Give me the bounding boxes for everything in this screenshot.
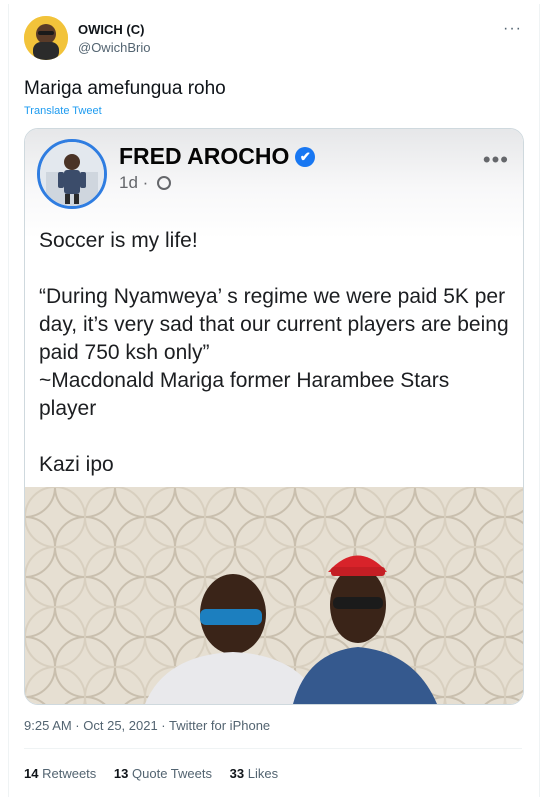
tweet-timestamp[interactable]: 9:25 AM · Oct 25, 2021 · Twitter for iPh… [24, 718, 270, 733]
quote-tweets-label: Quote Tweets [132, 766, 212, 781]
tweet-media[interactable]: FRED AROCHO ✔ 1d · ••• Soccer is my life!… [24, 128, 524, 705]
quote-tweets-count: 13 [113, 766, 129, 781]
fb-more-icon: ••• [482, 147, 509, 172]
fb-avatar-image [40, 142, 104, 206]
facebook-post-screenshot: FRED AROCHO ✔ 1d · ••• Soccer is my life!… [25, 129, 523, 487]
tweet-text: Mariga amefungua roho [24, 78, 226, 99]
author-handle[interactable]: @OwichBrio [78, 40, 150, 55]
likes-label: Likes [247, 766, 279, 781]
avatar-image [24, 16, 68, 60]
likes-count: 33 [229, 766, 245, 781]
divider [24, 748, 522, 749]
photo-image [25, 487, 523, 704]
fb-author-avatar [37, 139, 107, 209]
globe-icon [157, 176, 172, 190]
retweets-label: Retweets [42, 766, 97, 781]
tweet-stats: 14 Retweets 13 Quote Tweets 33 Likes [24, 766, 292, 781]
verified-badge-icon: ✔ [295, 147, 316, 167]
translate-tweet-link[interactable]: Translate Tweet [24, 105, 102, 117]
fb-meta-separator: · [142, 173, 149, 192]
fb-post-meta: 1d · [119, 173, 172, 193]
retweets-count: 14 [24, 766, 39, 781]
fb-post-body: Soccer is my life! “During Nyamweya’ s r… [39, 229, 509, 476]
likes-stat[interactable]: 33 Likes [230, 766, 278, 781]
fb-author-name-text: FRED AROCHO [119, 143, 290, 169]
retweets-stat[interactable]: 14 Retweets [24, 766, 96, 781]
tweet-header: OWICH (C) @OwichBrio ··· [24, 16, 524, 62]
fb-author-name: FRED AROCHO ✔ [119, 143, 316, 170]
quote-tweets-stat[interactable]: 13 Quote Tweets [114, 766, 212, 781]
fb-post-age: 1d [119, 173, 138, 192]
author-name[interactable]: OWICH (C) [78, 22, 144, 37]
author-avatar[interactable] [24, 16, 68, 60]
more-options-icon[interactable]: ··· [503, 20, 522, 38]
post-photo [25, 487, 523, 704]
